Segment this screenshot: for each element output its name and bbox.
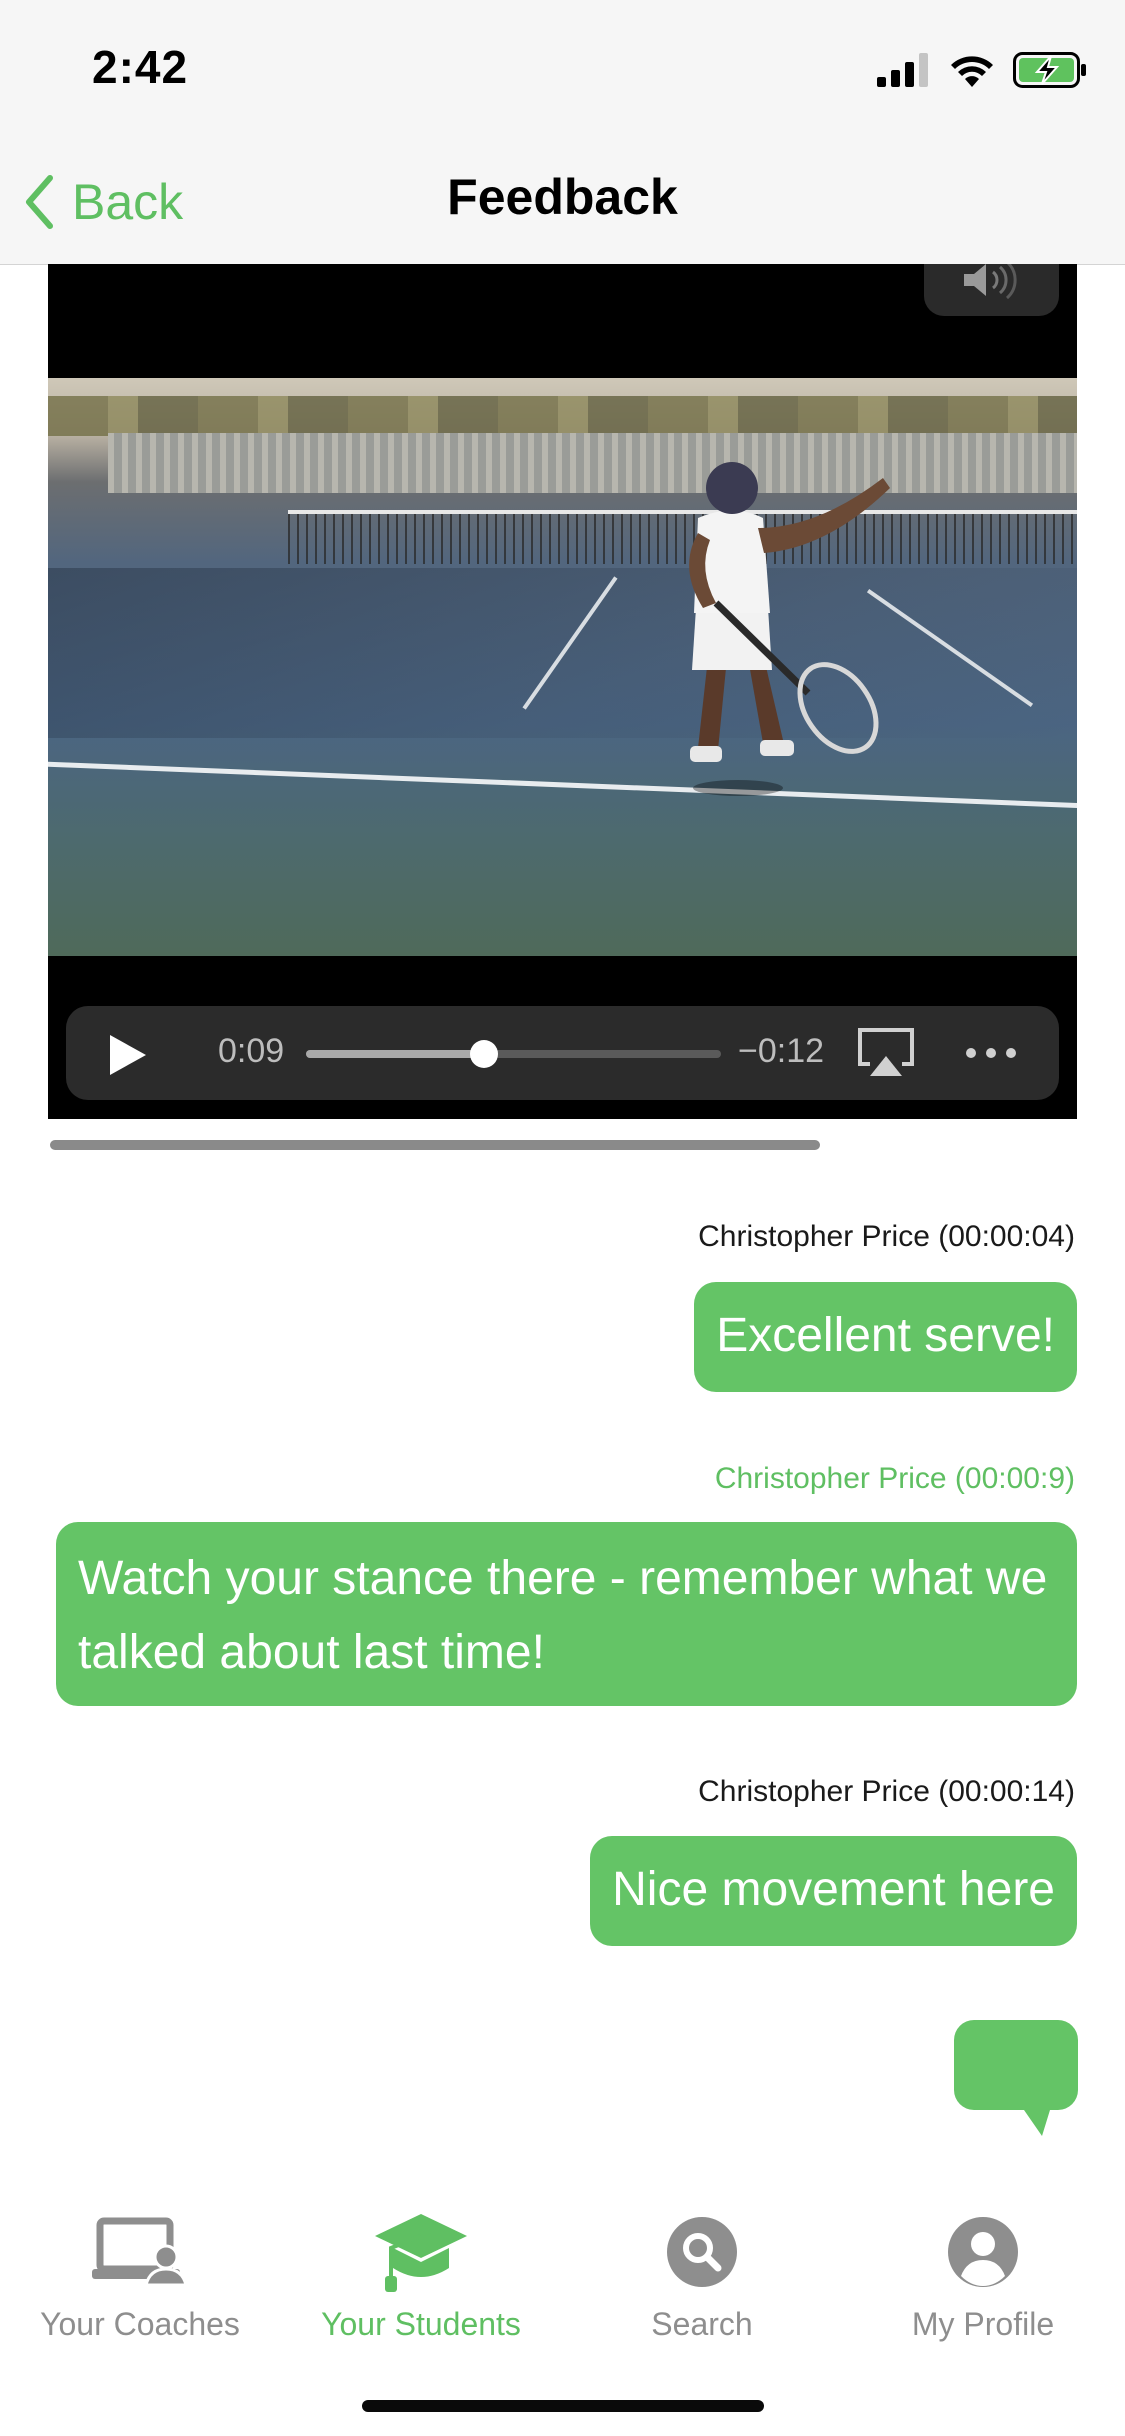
cellular-signal-icon xyxy=(877,53,928,87)
tab-your-coaches[interactable]: Your Coaches xyxy=(0,2208,280,2343)
wifi-icon xyxy=(951,56,993,87)
status-bar: 2:42 xyxy=(0,0,1125,140)
comment-bubble[interactable]: Nice movement here xyxy=(590,1836,1077,1946)
status-icons xyxy=(877,50,1087,90)
tab-label: Your Students xyxy=(321,2306,521,2342)
comment-meta-highlighted: Christopher Price (00:00:9) xyxy=(714,1462,1075,1495)
video-scrubber[interactable] xyxy=(306,1040,721,1068)
tennis-player-figure xyxy=(689,462,890,796)
profile-icon xyxy=(948,2217,1018,2287)
comment-bubble[interactable]: Excellent serve! xyxy=(694,1282,1077,1392)
video-player[interactable]: 0:09 −0:12 xyxy=(48,264,1077,1119)
home-indicator xyxy=(362,2400,764,2412)
scrubber-knob[interactable] xyxy=(470,1040,499,1068)
page-title: Feedback xyxy=(447,169,678,225)
play-icon[interactable] xyxy=(106,1033,150,1077)
tab-bar: Your Coaches Your Students Search My Pro… xyxy=(0,2170,1125,2436)
video-controls: 0:09 −0:12 xyxy=(66,1006,1059,1100)
navigation-bar: Back Feedback xyxy=(0,140,1125,265)
scrubber-fill xyxy=(306,1050,485,1058)
horizontal-scroll-indicator xyxy=(50,1140,820,1150)
remaining-time: −0:12 xyxy=(738,1032,825,1070)
mute-button[interactable] xyxy=(924,264,1059,316)
video-frame xyxy=(48,378,1077,956)
tab-my-profile[interactable]: My Profile xyxy=(843,2208,1123,2343)
more-options-icon[interactable] xyxy=(966,1048,1016,1058)
laptop-person-icon xyxy=(92,2217,188,2287)
tab-label: Your Coaches xyxy=(40,2306,240,2342)
search-icon xyxy=(667,2217,737,2287)
tab-search[interactable]: Search xyxy=(562,2208,842,2343)
status-time: 2:42 xyxy=(92,41,189,93)
comment-meta: Christopher Price (00:00:14) xyxy=(698,1775,1075,1808)
tab-your-students[interactable]: Your Students xyxy=(281,2208,561,2343)
tab-label: Search xyxy=(651,2306,753,2342)
battery-charging-icon xyxy=(1013,52,1086,88)
add-comment-button[interactable] xyxy=(954,2020,1078,2136)
comment-bubble[interactable]: Watch your stance there - remember what … xyxy=(56,1522,1077,1706)
speaker-icon xyxy=(963,264,1017,300)
comment-meta: Christopher Price (00:00:04) xyxy=(698,1220,1075,1253)
current-time: 0:09 xyxy=(218,1032,285,1070)
airplay-icon[interactable] xyxy=(856,1026,916,1080)
tab-label: My Profile xyxy=(911,2306,1055,2342)
graduation-cap-icon xyxy=(375,2214,467,2292)
